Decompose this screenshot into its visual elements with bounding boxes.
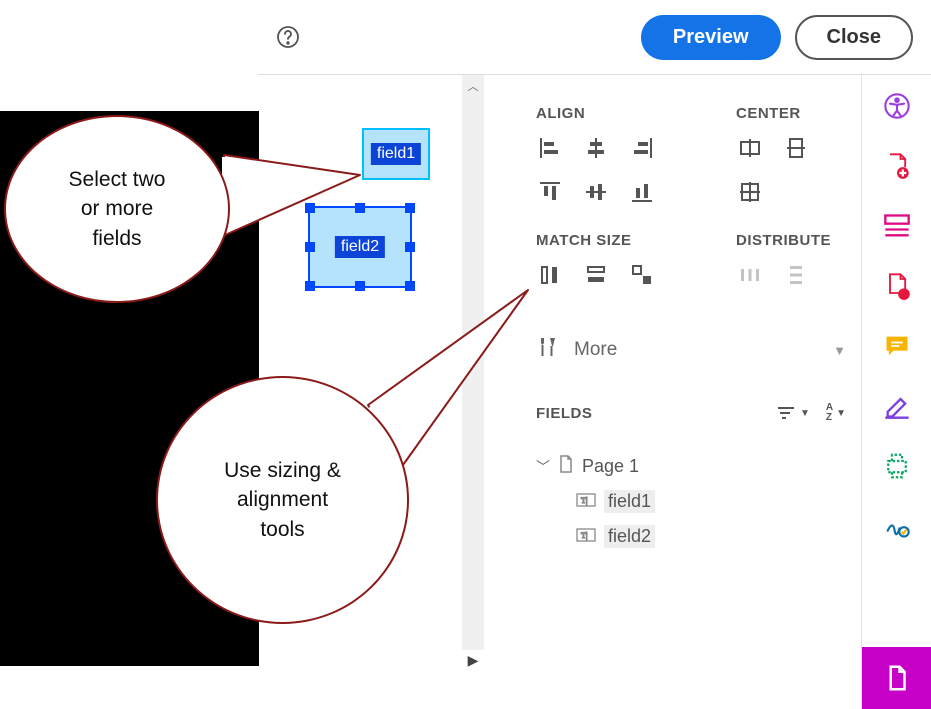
svg-text:T|: T| [581,496,588,505]
center-both-icon[interactable] [736,178,764,206]
print-icon[interactable] [880,449,914,483]
resize-handle[interactable] [405,203,415,213]
tree-page-row[interactable]: ﹀ Page 1 [536,449,846,484]
text-field-icon: T| [576,526,596,547]
form-field-1[interactable]: field1 [362,128,430,180]
more-label: More [574,339,617,361]
pdf-info-icon[interactable]: i [880,269,914,303]
match-both-icon[interactable] [628,261,656,289]
filter-icon[interactable]: ▼ [776,403,810,423]
sign-icon[interactable] [880,509,914,543]
fields-tree: ﹀ Page 1 T| field1 T| field2 [536,449,846,554]
page-icon [558,455,574,478]
sort-az-icon[interactable]: AZ▼ [826,403,846,423]
comment-icon[interactable] [880,329,914,363]
distribute-horizontal-icon [736,261,764,289]
form-layout-icon[interactable] [880,209,914,243]
accessibility-icon[interactable] [880,89,914,123]
callout-select-fields: Select two or more fields [4,115,230,303]
create-pdf-icon[interactable] [880,149,914,183]
resize-handle[interactable] [305,281,315,291]
center-horizontal-icon[interactable] [736,134,764,162]
preview-button[interactable]: Preview [641,15,781,60]
help-icon[interactable] [276,25,300,49]
distribute-section-title: DISTRIBUTE [736,232,831,249]
callout-sizing-tools: Use sizing & alignment tools [156,376,409,624]
resize-handle[interactable] [305,242,315,252]
align-horizontal-center-icon[interactable] [582,134,610,162]
top-toolbar: Preview Close [258,0,931,75]
svg-text:i: i [902,290,905,300]
align-vertical-center-icon[interactable] [582,178,610,206]
text-field-icon: T| [576,491,596,512]
align-section-title: ALIGN [536,105,696,122]
svg-text:T|: T| [581,531,588,540]
align-right-icon[interactable] [628,134,656,162]
center-vertical-icon[interactable] [782,134,810,162]
chevron-down-icon: ▼ [833,343,846,358]
field-name: field1 [604,490,655,513]
edit-icon[interactable] [880,389,914,423]
align-top-icon[interactable] [536,178,564,206]
match-height-icon[interactable] [582,261,610,289]
page-label: Page 1 [582,456,639,477]
more-options-button[interactable]: More ▼ [536,335,846,365]
tree-field-row[interactable]: T| field1 [536,484,846,519]
center-section-title: CENTER [736,105,810,122]
align-bottom-icon[interactable] [628,178,656,206]
prepare-form-icon[interactable] [862,647,931,709]
panel-expand-icon[interactable]: ▶ [462,649,484,671]
match-size-section-title: MATCH SIZE [536,232,696,249]
resize-handle[interactable] [405,242,415,252]
align-left-icon[interactable] [536,134,564,162]
field-name: field2 [604,525,655,548]
close-button[interactable]: Close [795,15,913,60]
properties-panel: ALIGN CENTER MATCH SIZE [510,75,858,709]
right-tool-rail: i [861,75,931,709]
distribute-vertical-icon [782,261,810,289]
tree-field-row[interactable]: T| field2 [536,519,846,554]
scroll-up-icon[interactable]: ︿ [462,75,484,97]
field-label: field1 [371,143,421,165]
